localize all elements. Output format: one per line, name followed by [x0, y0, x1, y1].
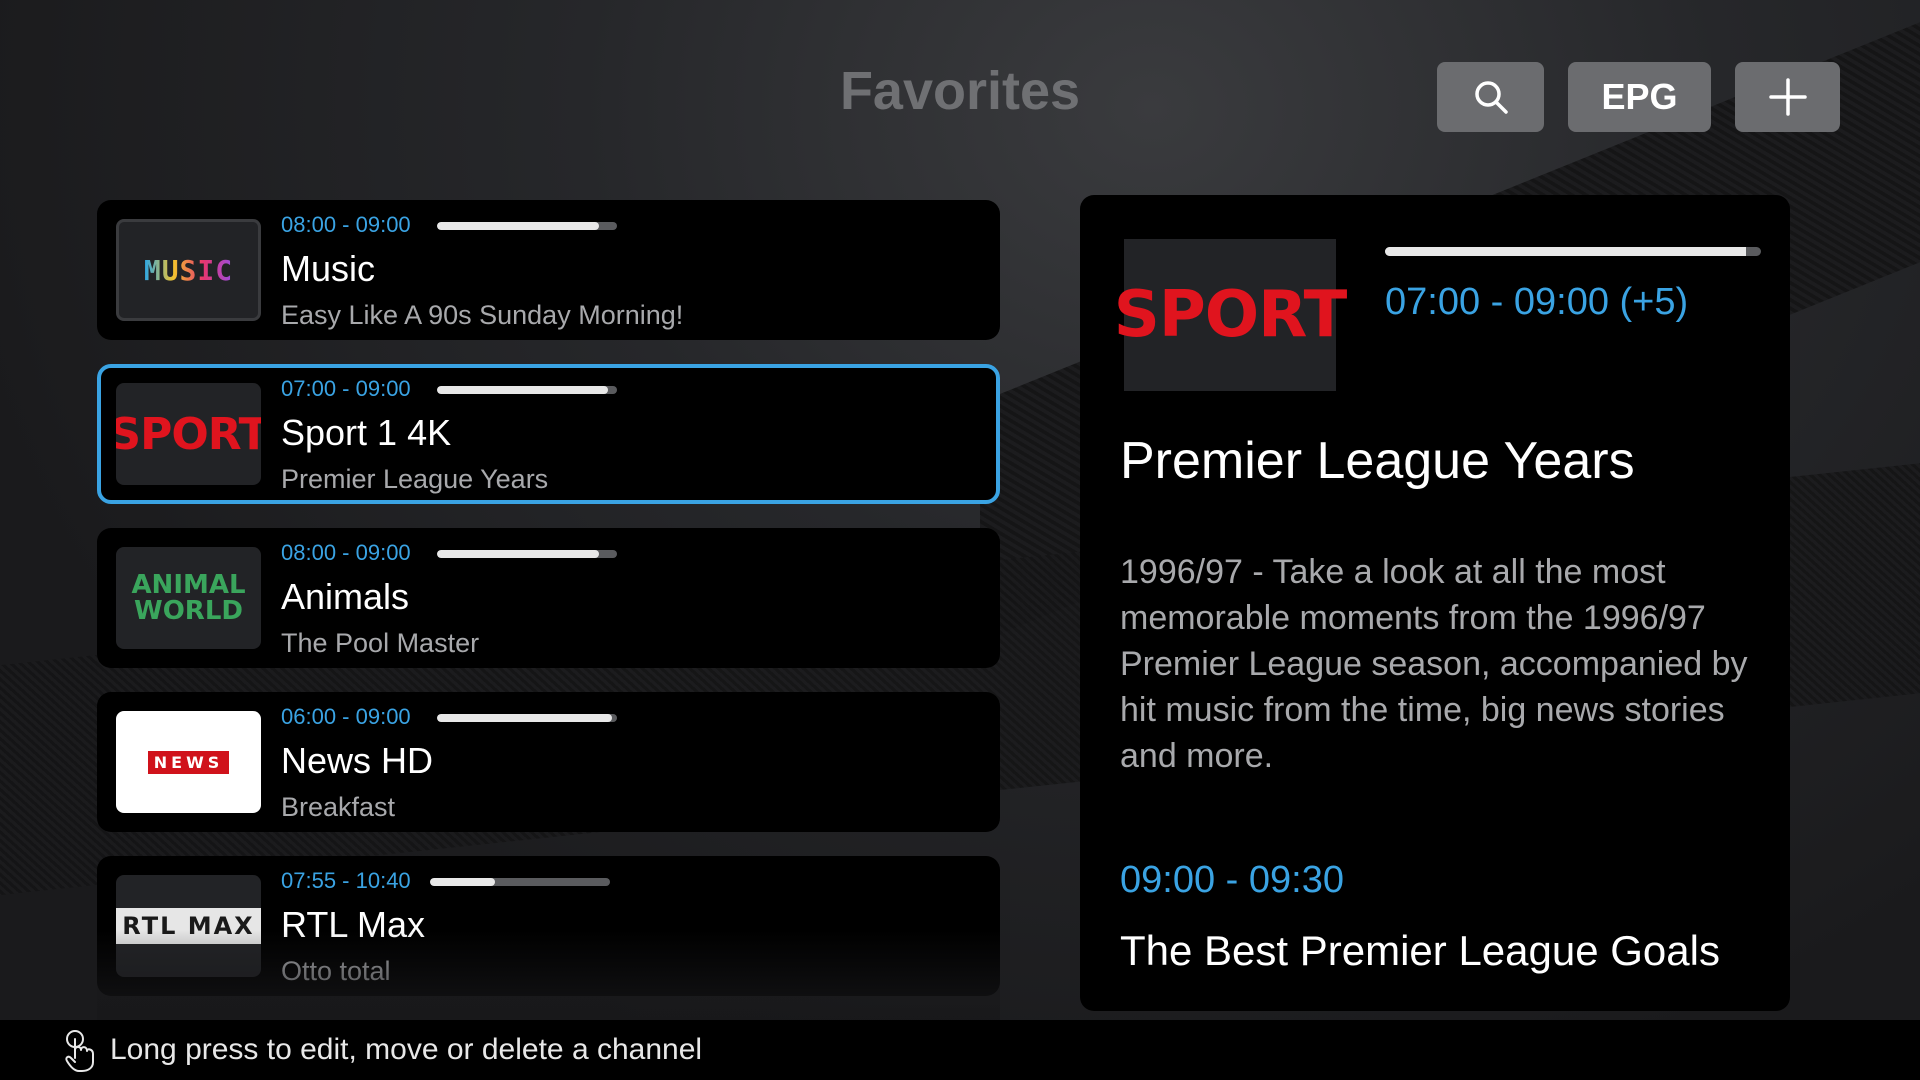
channel-item-music[interactable]: MUSIC 08:00 - 09:00 Music Easy Like A 90…: [97, 200, 1000, 340]
detail-progress-bar: [1385, 247, 1761, 256]
detail-title: Premier League Years: [1120, 432, 1635, 490]
detail-sport-logo-text: SPORT: [1113, 278, 1347, 352]
progress-bar: [437, 550, 617, 558]
rtl-max-channel-logo: RTL MAX: [116, 875, 261, 977]
progress-fill: [437, 222, 599, 230]
progress-bar: [437, 714, 617, 722]
animal-world-channel-logo: ANIMAL WORLD: [116, 547, 261, 649]
channel-name: Animals: [281, 576, 410, 617]
progress-fill: [437, 714, 612, 722]
program-title: Breakfast: [281, 792, 396, 822]
search-button[interactable]: [1437, 62, 1544, 132]
sport-logo-text: SPORT: [116, 408, 261, 460]
next-program-title: The Best Premier League Goals: [1120, 927, 1720, 974]
sport-channel-logo: SPORT: [116, 383, 261, 485]
channel-name: News HD: [281, 740, 434, 781]
program-detail-panel: SPORT 07:00 - 09:00 (+5) Premier League …: [1080, 195, 1790, 1011]
channel-item-sport[interactable]: SPORT 07:00 - 09:00 Sport 1 4K Premier L…: [97, 364, 1000, 504]
touch-icon: [62, 1027, 98, 1073]
channel-time: 06:00 - 09:00: [281, 704, 411, 729]
channel-item-news[interactable]: NEWS 06:00 - 09:00 News HD Breakfast: [97, 692, 1000, 832]
next-program-time: 09:00 - 09:30: [1120, 859, 1344, 901]
progress-bar: [437, 386, 617, 394]
footer-hint-text: Long press to edit, move or delete a cha…: [110, 1033, 703, 1066]
footer-hint-bar: Long press to edit, move or delete a cha…: [0, 1020, 1920, 1080]
channel-name: Sport 1 4K: [281, 412, 452, 453]
channel-time: 07:55 - 10:40: [281, 868, 411, 893]
progress-fill: [437, 386, 608, 394]
program-title: Easy Like A 90s Sunday Morning!: [281, 300, 684, 330]
channel-item-animals[interactable]: ANIMAL WORLD 08:00 - 09:00 Animals The P…: [97, 528, 1000, 668]
detail-channel-logo: SPORT: [1114, 239, 1347, 391]
add-channel-button[interactable]: [1735, 62, 1840, 132]
program-title: Otto total: [281, 956, 391, 986]
music-channel-logo: MUSIC: [116, 219, 261, 321]
plus-icon: [1768, 78, 1807, 116]
channel-name: RTL Max: [281, 904, 426, 945]
channel-time: 08:00 - 09:00: [281, 212, 411, 237]
search-icon: [1474, 81, 1508, 114]
program-title: Premier League Years: [281, 464, 549, 494]
progress-fill: [430, 878, 495, 886]
detail-description: 1996/97 - Take a look at all the most me…: [1120, 553, 1748, 775]
detail-time: 07:00 - 09:00 (+5): [1385, 281, 1689, 323]
channel-time: 08:00 - 09:00: [281, 540, 411, 565]
channel-name: Music: [281, 248, 376, 289]
music-logo-text: MUSIC: [143, 253, 234, 287]
news-logo-text: NEWS: [147, 750, 230, 774]
animal-world-logo-text: ANIMAL WORLD: [131, 570, 246, 626]
channel-item-rtl-max[interactable]: RTL MAX 07:55 - 10:40 RTL Max Otto total: [97, 856, 1000, 996]
news-channel-logo: NEWS: [116, 711, 261, 813]
progress-fill: [437, 550, 599, 558]
progress-bar: [430, 878, 610, 886]
channel-time: 07:00 - 09:00: [281, 376, 411, 401]
progress-bar: [437, 222, 617, 230]
rtl-max-logo-text: RTL MAX: [116, 908, 261, 944]
epg-button-label: EPG: [1601, 76, 1678, 117]
epg-button[interactable]: EPG: [1568, 62, 1711, 132]
program-title: The Pool Master: [281, 628, 480, 658]
detail-progress-fill: [1385, 247, 1746, 256]
